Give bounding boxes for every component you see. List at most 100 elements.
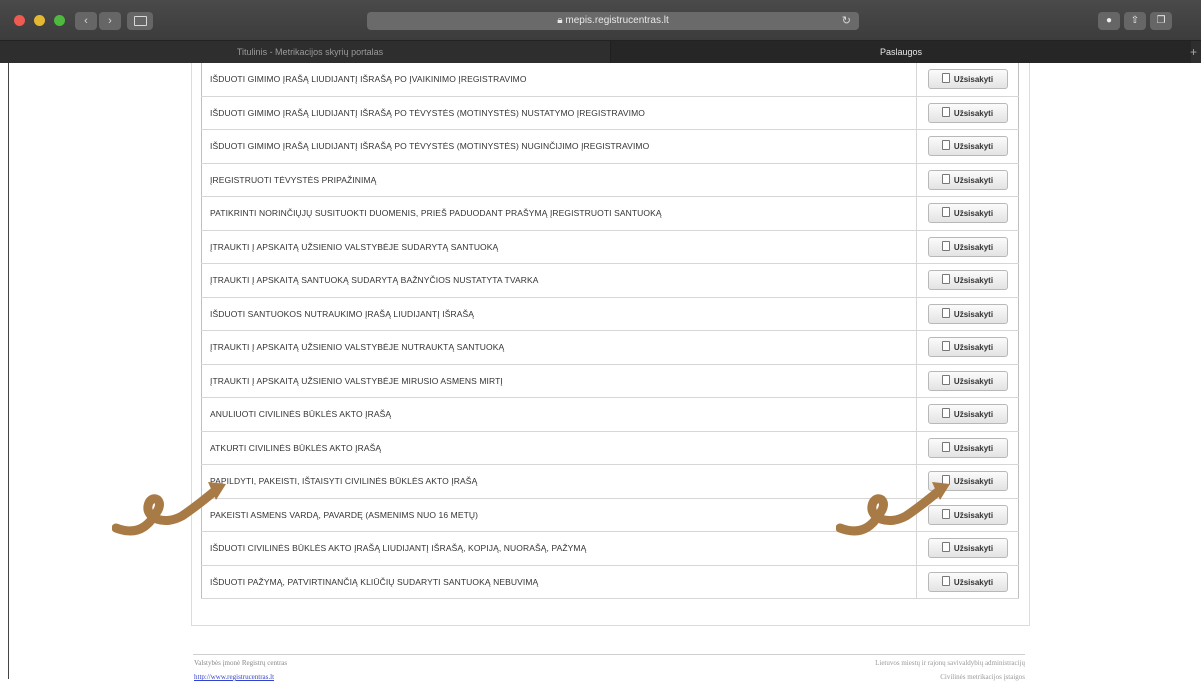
document-icon [941,140,950,151]
order-button[interactable]: Užsisakyti [927,404,1008,425]
document-icon [941,173,950,184]
share-icon: ⇧ [1130,15,1140,26]
service-name: ĮTRAUKTI Į APSKAITĄ UŽSIENIO VALSTYBĖJE … [201,364,917,398]
service-action-cell: Užsisakyti [916,431,1019,465]
order-button-label: Užsisakyti [953,108,994,118]
chevron-left-icon: ‹ [84,15,88,27]
service-action-cell: Užsisakyti [916,196,1019,231]
address-bar-url: mepis.registrucentras.lt [565,15,669,26]
order-button-label: Užsisakyti [953,209,994,219]
service-action-cell: Užsisakyti [916,397,1019,432]
tab-bar: Titulinis - Metrikacijos skyrių portalas… [0,40,1201,64]
service-name: ĮTRAUKTI Į APSKAITĄ UŽSIENIO VALSTYBĖJE … [201,330,917,365]
footer-right-text-2: Civilinės metrikacijos įstaigos [940,673,1025,681]
forward-button[interactable]: › [99,12,121,30]
order-button[interactable]: Užsisakyti [927,136,1008,157]
service-name: ĮTRAUKTI Į APSKAITĄ SANTUOKĄ SUDARYTĄ BA… [201,263,917,298]
service-action-cell: Užsisakyti [916,330,1019,365]
service-name: ANULIUOTI CIVILINĖS BŪKLĖS AKTO ĮRAŠĄ [201,397,917,432]
order-button[interactable]: Užsisakyti [927,270,1008,291]
order-button-label: Užsisakyti [953,376,994,386]
order-button[interactable]: Užsisakyti [927,437,1008,458]
reload-icon[interactable]: ↻ [842,12,851,30]
service-action-cell: Užsisakyti [916,263,1019,298]
downloads-button[interactable]: ● [1098,12,1120,30]
service-name: PATIKRINTI NORINČIŲJŲ SUSITUOKTI DUOMENI… [201,196,917,231]
order-button[interactable]: Užsisakyti [927,303,1008,324]
document-icon [941,441,950,452]
order-button[interactable]: Užsisakyti [927,203,1008,224]
service-action-cell: Užsisakyti [916,364,1019,398]
document-icon [941,341,950,352]
tab-overview-button[interactable]: ❐ [1150,12,1172,30]
order-button-label: Užsisakyti [953,443,994,453]
order-button-label: Užsisakyti [953,309,994,319]
document-icon [941,408,950,419]
order-button[interactable]: Užsisakyti [927,236,1008,257]
service-name: PAPILDYTI, PAKEISTI, IŠTAISYTI CIVILINĖS… [201,464,917,499]
window-border [8,63,9,679]
table-row: IŠDUOTI SANTUOKOS NUTRAUKIMO ĮRAŠĄ LIUDI… [201,297,1019,331]
order-button[interactable]: Užsisakyti [927,571,1008,592]
order-button-label: Užsisakyti [953,410,994,420]
tabs-icon: ❐ [1156,15,1166,26]
close-window-button[interactable] [14,15,25,26]
annotation-arrow-right [836,482,950,536]
service-name: ĮREGISTRUOTI TĖVYSTĖS PRIPAŽINIMĄ [201,163,917,197]
order-button-label: Užsisakyti [953,477,994,487]
footer-link[interactable]: http://www.registrucentras.lt [194,673,274,681]
table-row: ANULIUOTI CIVILINĖS BŪKLĖS AKTO ĮRAŠĄ Užs… [201,397,1019,432]
service-name: IŠDUOTI GIMIMO ĮRAŠĄ LIUDIJANTĮ IŠRAŠĄ P… [201,96,917,130]
annotation-arrow-left [112,482,226,536]
tab-paslaugos[interactable]: Paslaugos [610,41,1191,64]
table-row: ĮTRAUKTI Į APSKAITĄ SANTUOKĄ SUDARYTĄ BA… [201,263,1019,298]
service-action-cell: Užsisakyti [916,163,1019,197]
service-action-cell: Užsisakyti [916,129,1019,164]
tab-titulinis[interactable]: Titulinis - Metrikacijos skyrių portalas [10,41,610,64]
zoom-window-button[interactable] [54,15,65,26]
new-tab-button[interactable]: + [1190,41,1201,64]
order-button[interactable]: Užsisakyti [927,69,1008,90]
order-button-label: Užsisakyti [953,276,994,286]
table-row: PATIKRINTI NORINČIŲJŲ SUSITUOKTI DUOMENI… [201,196,1019,231]
minimize-window-button[interactable] [34,15,45,26]
footer-divider [193,654,1025,655]
service-action-cell: Užsisakyti [916,297,1019,331]
table-row: IŠDUOTI PAŽYMĄ, PATVIRTINANČIĄ KLIŪČIŲ S… [201,565,1019,599]
browser-titlebar: ‹ › 🔒︎ mepis.registrucentras.lt ↻ ● ⇧ ❐ [0,0,1201,40]
order-button-label: Užsisakyti [953,75,994,85]
back-button[interactable]: ‹ [75,12,97,30]
document-icon [941,207,950,218]
order-button[interactable]: Užsisakyti [927,370,1008,391]
service-name: IŠDUOTI CIVILINĖS BŪKLĖS AKTO ĮRAŠĄ LIUD… [201,531,917,566]
service-name: ĮTRAUKTI Į APSKAITĄ UŽSIENIO VALSTYBĖJE … [201,230,917,264]
order-button-label: Užsisakyti [953,544,994,554]
order-button-label: Užsisakyti [953,242,994,252]
chevron-right-icon: › [108,15,112,27]
order-button-label: Užsisakyti [953,343,994,353]
service-name: IŠDUOTI GIMIMO ĮRAŠĄ LIUDIJANTĮ IŠRAŠĄ P… [201,129,917,164]
download-icon: ● [1105,15,1113,26]
plus-icon: + [1190,45,1198,59]
share-button[interactable]: ⇧ [1124,12,1146,30]
table-row: ĮTRAUKTI Į APSKAITĄ UŽSIENIO VALSTYBĖJE … [201,364,1019,398]
order-button-label: Užsisakyti [953,577,994,587]
document-icon [941,307,950,318]
order-button[interactable]: Užsisakyti [927,169,1008,190]
table-row: ĮTRAUKTI Į APSKAITĄ UŽSIENIO VALSTYBĖJE … [201,230,1019,264]
service-name: PAKEISTI ASMENS VARDĄ, PAVARDĘ (ASMENIMS… [201,498,917,532]
address-bar[interactable]: 🔒︎ mepis.registrucentras.lt ↻ [367,12,859,30]
page-viewport: IŠDUOTI GIMIMO ĮRAŠĄ LIUDIJANTĮ IŠRAŠĄ P… [0,63,1201,681]
service-action-cell: Užsisakyti [916,96,1019,130]
order-button[interactable]: Užsisakyti [927,102,1008,123]
document-icon [941,374,950,385]
document-icon [941,106,950,117]
footer-right-text-1: Lietuvos miestų ir rajonų savivaldybių a… [875,659,1025,667]
service-name: ATKURTI CIVILINĖS BŪKLĖS AKTO ĮRAŠĄ [201,431,917,465]
order-button-label: Užsisakyti [953,510,994,520]
service-name: IŠDUOTI PAŽYMĄ, PATVIRTINANČIĄ KLIŪČIŲ S… [201,565,917,599]
table-row: IŠDUOTI GIMIMO ĮRAŠĄ LIUDIJANTĮ IŠRAŠĄ P… [201,129,1019,164]
table-row: ĮREGISTRUOTI TĖVYSTĖS PRIPAŽINIMĄ Užsisak… [201,163,1019,197]
order-button[interactable]: Užsisakyti [927,337,1008,358]
sidebar-toggle-button[interactable] [127,12,153,30]
